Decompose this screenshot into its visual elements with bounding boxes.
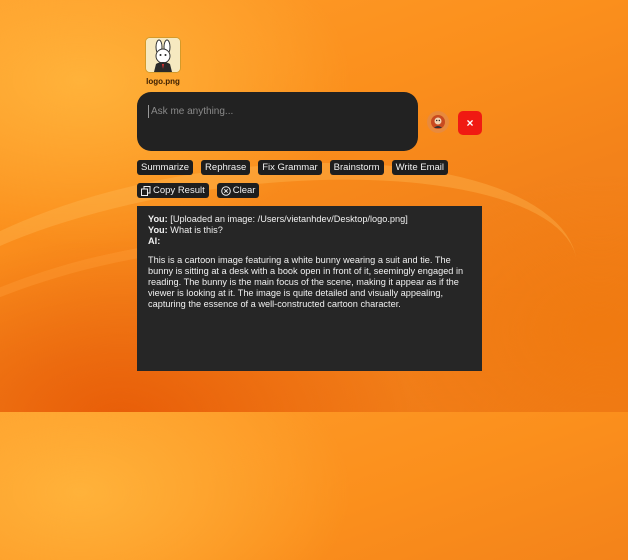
question-text: What is this? [170,225,223,235]
user-upload-message: You: [Uploaded an image: /Users/vietanhd… [148,214,471,225]
clear-icon [220,185,231,196]
you-label: You: [148,214,168,224]
upload-text: [Uploaded an image: /Users/vietanhdev/De… [170,214,408,224]
ai-answer-text: This is a cartoon image featuring a whit… [148,255,464,309]
action-buttons: Summarize Rephrase Fix Grammar Brainstor… [137,160,448,175]
assistant-avatar-icon[interactable] [427,111,449,133]
prompt-box[interactable] [137,92,418,151]
user-question-message: You: What is this? [148,225,471,236]
clear-label: Clear [232,185,256,196]
write-email-button[interactable]: Write Email [391,160,448,175]
ai-label-line: AI: [148,236,471,247]
rephrase-button[interactable]: Rephrase [201,160,251,175]
ai-label: AI: [148,236,161,246]
close-icon: × [466,116,474,130]
close-button[interactable]: × [458,111,482,135]
attachment-file-name: logo.png [146,77,180,86]
copy-result-label: Copy Result [153,185,205,196]
you-label: You: [148,225,168,235]
image-thumbnail-icon[interactable] [145,37,181,73]
result-actions: Copy Result Clear [137,183,260,198]
result-panel: You: [Uploaded an image: /Users/vietanhd… [137,206,482,371]
fix-grammar-button[interactable]: Fix Grammar [258,160,322,175]
prompt-input[interactable] [148,105,412,118]
summarize-button[interactable]: Summarize [137,160,194,175]
clear-button[interactable]: Clear [216,183,260,198]
brainstorm-button[interactable]: Brainstorm [329,160,384,175]
copy-icon [141,185,151,196]
copy-result-button[interactable]: Copy Result [137,183,209,198]
